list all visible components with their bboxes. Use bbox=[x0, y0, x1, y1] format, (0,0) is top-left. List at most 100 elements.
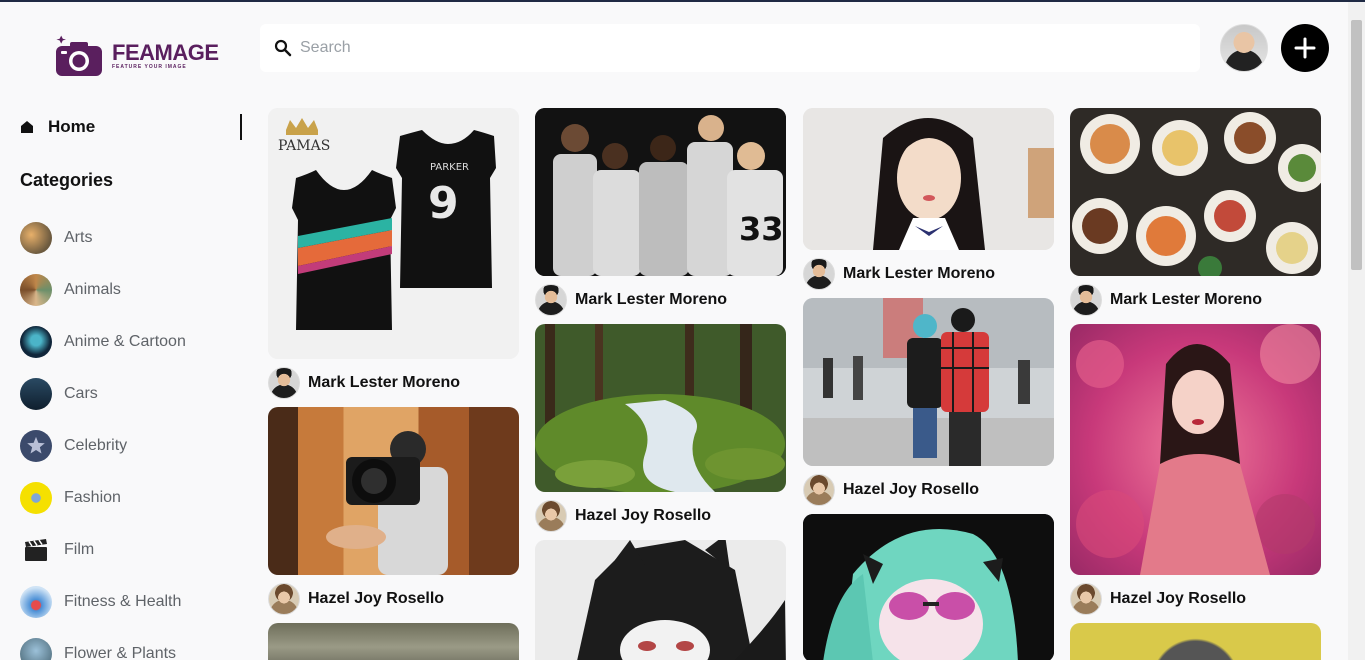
category-list: Arts Animals Anime & Cartoon Cars Celebr… bbox=[20, 212, 186, 660]
street-fashion-photo[interactable] bbox=[803, 298, 1054, 466]
fashion-thumbnail bbox=[20, 482, 52, 514]
search-icon bbox=[274, 39, 292, 57]
film-thumbnail bbox=[20, 534, 52, 566]
pin-card: Hazel Joy Rosello bbox=[1070, 324, 1321, 623]
user-avatar[interactable] bbox=[1220, 24, 1268, 72]
category-label: Flower & Plants bbox=[64, 645, 177, 660]
home-icon bbox=[21, 121, 33, 133]
author-name: Hazel Joy Rosello bbox=[1110, 590, 1247, 607]
category-item-cars[interactable]: Cars bbox=[20, 368, 186, 420]
basketball-team-photo[interactable]: 33 bbox=[535, 108, 786, 276]
jersey-photo[interactable]: PARKER 9 PAMAS bbox=[268, 108, 519, 359]
animals-thumbnail bbox=[20, 274, 52, 306]
author-name: Hazel Joy Rosello bbox=[575, 507, 712, 524]
svg-text:PARKER: PARKER bbox=[430, 162, 469, 173]
category-label: Anime & Cartoon bbox=[64, 333, 186, 350]
pin-card: PARKER 9 PAMAS Mark Lester Moreno bbox=[268, 108, 519, 407]
nav-home-label: Home bbox=[48, 117, 96, 136]
food-table-photo[interactable] bbox=[1070, 108, 1321, 276]
category-label: Fashion bbox=[64, 489, 121, 506]
anime-girl-photo[interactable] bbox=[803, 514, 1054, 660]
clapperboard-icon bbox=[25, 539, 47, 561]
pin-author[interactable]: Mark Lester Moreno bbox=[1070, 276, 1321, 324]
scrollbar-thumb[interactable] bbox=[1351, 20, 1362, 270]
pin-card: Mark Lester Moreno bbox=[803, 108, 1054, 298]
pin-author[interactable]: Mark Lester Moreno bbox=[268, 359, 519, 407]
category-label: Film bbox=[64, 541, 95, 558]
add-button[interactable] bbox=[1281, 24, 1329, 72]
sidebar: FEAMAGE FEATURE YOUR IMAGE Home Categori… bbox=[0, 2, 242, 660]
category-label: Arts bbox=[64, 229, 93, 246]
jersey-brand-text: PAMAS bbox=[278, 138, 331, 154]
pin-author[interactable]: Hazel Joy Rosello bbox=[1070, 575, 1321, 623]
feed-column: Mark Lester Moreno Hazel Joy Rosello bbox=[803, 108, 1054, 660]
author-avatar bbox=[1070, 284, 1102, 316]
author-name: Mark Lester Moreno bbox=[575, 291, 728, 308]
category-label: Fitness & Health bbox=[64, 593, 182, 610]
feed-column: Mark Lester Moreno Hazel Joy Rosello bbox=[1070, 108, 1321, 660]
author-avatar bbox=[1070, 583, 1102, 615]
author-avatar bbox=[803, 474, 835, 506]
nav-home[interactable]: Home bbox=[20, 114, 242, 140]
author-avatar bbox=[803, 258, 835, 290]
feed-column: PARKER 9 PAMAS Mark Lester Moreno Hazel … bbox=[268, 108, 519, 660]
logo-title: FEAMAGE bbox=[112, 40, 219, 65]
pin-card bbox=[1070, 623, 1321, 660]
category-item-animals[interactable]: Animals bbox=[20, 264, 186, 316]
pin-card: Mark Lester Moreno bbox=[1070, 108, 1321, 324]
celebrity-thumbnail bbox=[20, 430, 52, 462]
portrait-girl-photo[interactable] bbox=[803, 108, 1054, 250]
fitness-thumbnail bbox=[20, 586, 52, 618]
pin-author[interactable]: Mark Lester Moreno bbox=[535, 276, 786, 324]
svg-text:33: 33 bbox=[739, 210, 784, 248]
pin-author[interactable]: Mark Lester Moreno bbox=[803, 250, 1054, 298]
cars-thumbnail bbox=[20, 378, 52, 410]
svg-text:9: 9 bbox=[428, 178, 459, 229]
arts-thumbnail bbox=[20, 222, 52, 254]
cat-photo[interactable] bbox=[1070, 623, 1321, 660]
category-item-arts[interactable]: Arts bbox=[20, 212, 186, 264]
category-label: Celebrity bbox=[64, 437, 128, 454]
road-photo[interactable] bbox=[268, 623, 519, 660]
app-logo[interactable]: FEAMAGE FEATURE YOUR IMAGE bbox=[54, 34, 219, 78]
anime-boy-photo[interactable] bbox=[535, 540, 786, 660]
author-name: Mark Lester Moreno bbox=[843, 265, 996, 282]
pin-card bbox=[535, 540, 786, 660]
camera-logo-icon bbox=[56, 35, 102, 76]
author-name: Hazel Joy Rosello bbox=[843, 481, 980, 498]
page-scrollbar[interactable] bbox=[1348, 2, 1365, 660]
author-name: Hazel Joy Rosello bbox=[308, 590, 445, 607]
category-item-film[interactable]: Film bbox=[20, 524, 186, 576]
camera-photographer-photo[interactable] bbox=[268, 407, 519, 575]
author-name: Mark Lester Moreno bbox=[1110, 291, 1263, 308]
category-item-celebrity[interactable]: Celebrity bbox=[20, 420, 186, 472]
author-avatar bbox=[535, 500, 567, 532]
pin-card: Hazel Joy Rosello bbox=[268, 407, 519, 623]
category-label: Animals bbox=[64, 281, 121, 298]
category-item-fashion[interactable]: Fashion bbox=[20, 472, 186, 524]
category-item-fitness[interactable]: Fitness & Health bbox=[20, 576, 186, 628]
author-avatar bbox=[268, 583, 300, 615]
category-label: Cars bbox=[64, 385, 98, 402]
category-item-flower[interactable]: Flower & Plants bbox=[20, 628, 186, 660]
plus-icon bbox=[1294, 37, 1316, 59]
feed-column: 33 Mark Lester Moreno Hazel Joy Rosello bbox=[535, 108, 786, 660]
categories-title: Categories bbox=[20, 170, 114, 190]
author-name: Mark Lester Moreno bbox=[308, 374, 461, 391]
pin-author[interactable]: Hazel Joy Rosello bbox=[803, 466, 1054, 514]
pin-author[interactable]: Hazel Joy Rosello bbox=[268, 575, 519, 623]
pin-card: 33 Mark Lester Moreno bbox=[535, 108, 786, 324]
pin-card: Hazel Joy Rosello bbox=[803, 298, 1054, 514]
pin-author[interactable]: Hazel Joy Rosello bbox=[535, 492, 786, 540]
floral-portrait-photo[interactable] bbox=[1070, 324, 1321, 575]
pin-card: Hazel Joy Rosello bbox=[535, 324, 786, 540]
category-item-anime[interactable]: Anime & Cartoon bbox=[20, 316, 186, 368]
pin-card bbox=[268, 623, 519, 660]
search-bar bbox=[260, 24, 1200, 72]
anime-thumbnail bbox=[20, 326, 52, 358]
flower-thumbnail bbox=[20, 638, 52, 660]
forest-stream-photo[interactable] bbox=[535, 324, 786, 492]
search-input[interactable] bbox=[300, 39, 1180, 57]
author-avatar bbox=[268, 367, 300, 399]
author-avatar bbox=[535, 284, 567, 316]
